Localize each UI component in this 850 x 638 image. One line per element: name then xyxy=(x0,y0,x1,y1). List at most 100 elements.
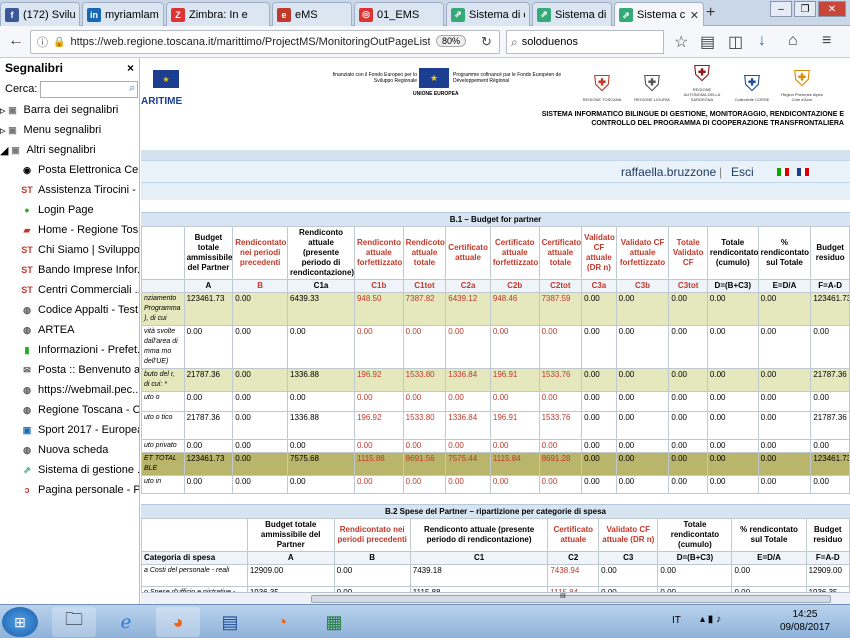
start-button[interactable]: ⊞ xyxy=(2,607,38,637)
logout-link[interactable]: Esci xyxy=(731,165,754,179)
table-cell: 0.00 xyxy=(706,439,759,453)
bookmark-item[interactable]: ▣ Sport 2017 - Europea... xyxy=(0,420,139,440)
table-cell: 0.00 xyxy=(706,325,759,369)
tab-6[interactable]: ⇗ Sistema di c xyxy=(446,2,530,26)
tab-7[interactable]: ⇗ Sistema di c xyxy=(532,2,612,26)
table-cell: 0.00 xyxy=(668,475,708,494)
search-text[interactable]: soloduenos xyxy=(522,36,578,48)
bookmark-folder[interactable]: ◢ ▣ Altri segnalibri xyxy=(0,140,139,160)
pocket-icon[interactable]: ◫ xyxy=(728,32,743,52)
tab-5[interactable]: ◎ 01_EMS xyxy=(354,2,444,26)
tab-favicon-icon: ⇗ xyxy=(537,7,551,22)
bookmark-item[interactable]: ST Chi Siamo | Sviluppo... xyxy=(0,240,139,260)
table-cell: 0.00 xyxy=(706,452,759,476)
table-cell: 0.00 xyxy=(810,391,850,412)
table-cell: 7387.59 xyxy=(538,292,583,326)
firefox-icon[interactable]: ◕ xyxy=(156,607,200,637)
tray-icons[interactable]: ▴ ▮ ♪ xyxy=(700,614,721,625)
bookmark-item[interactable]: ⇗ Sistema di gestione ... xyxy=(0,460,139,480)
table-cell: 0.00 xyxy=(615,325,670,369)
bookmark-item[interactable]: ST Assistenza Tirocini - ... xyxy=(0,180,139,200)
bookmark-item[interactable]: ◍ https://webmail.pec.... xyxy=(0,380,139,400)
table-cell: 0.00 xyxy=(581,292,617,326)
crest-icon: ⛨ xyxy=(793,66,811,91)
bookmark-star-icon[interactable]: ☆ xyxy=(674,32,688,52)
table-cell: 196.92 xyxy=(353,368,404,392)
italian-flag-icon[interactable] xyxy=(777,168,789,176)
clock-date: 09/08/2017 xyxy=(779,622,830,633)
bookmark-item[interactable]: ST Bando Imprese Infor... xyxy=(0,260,139,280)
bookmark-label: https://webmail.pec.... xyxy=(38,384,139,396)
back-icon[interactable]: ← xyxy=(8,32,24,50)
bookmark-item[interactable]: ✉ Posta :: Benvenuto a ... xyxy=(0,360,139,380)
bookmark-item[interactable]: ▰ Home - Regione Tos... xyxy=(0,220,139,240)
tab-1[interactable]: f (172) Svilup xyxy=(0,2,80,26)
minimize-button[interactable]: – xyxy=(770,1,792,17)
table-cell: 0.00 xyxy=(232,475,289,494)
maximize-button[interactable]: ❐ xyxy=(794,1,816,17)
bookmark-item[interactable]: ◍ Regione Toscana - C... xyxy=(0,400,139,420)
menu-icon[interactable]: ≡ xyxy=(822,32,831,50)
sidebar-close-icon[interactable]: × xyxy=(127,61,134,75)
language-indicator[interactable]: IT xyxy=(672,615,681,626)
bookmark-item[interactable]: ● Login Page xyxy=(0,200,139,220)
tab-8[interactable]: ⇗ Sistema c ✕ xyxy=(614,2,704,27)
new-tab-button[interactable]: + xyxy=(706,4,715,22)
bookmark-folder[interactable]: ▹ ▣ Menu segnalibri xyxy=(0,120,139,140)
french-flag-icon[interactable] xyxy=(797,168,809,176)
expand-arrow-icon[interactable]: ◢ xyxy=(0,144,8,157)
scroll-thumb[interactable]: III xyxy=(311,593,831,603)
firefox-dev-icon[interactable]: ◔ xyxy=(260,607,304,637)
word-icon[interactable]: ▤ xyxy=(208,607,252,637)
file-explorer-icon[interactable]: 🗀 xyxy=(52,607,96,637)
tab-3[interactable]: Z Zimbra: In e xyxy=(166,2,270,26)
close-window-button[interactable]: ✕ xyxy=(818,1,846,17)
reload-icon[interactable]: ↻ xyxy=(481,34,492,50)
tab-4[interactable]: e eMS xyxy=(272,2,352,26)
table-cell: 1533.76 xyxy=(538,368,583,392)
table-cell: 0.00 xyxy=(598,564,659,587)
bookmark-item[interactable]: ▮ Informazioni - Prefet... xyxy=(0,340,139,360)
column-code: C2tot xyxy=(538,279,583,293)
url-text[interactable]: https://web.regione.toscana.it/marittimo… xyxy=(70,36,430,48)
table-cell: 0.00 xyxy=(810,439,850,453)
user-name[interactable]: raffaella.bruzzone xyxy=(621,165,716,179)
table-cell: 0.00 xyxy=(657,564,733,587)
user-bar: raffaella.bruzzone | Esci xyxy=(141,160,850,182)
reading-list-icon[interactable]: ▤ xyxy=(700,32,715,52)
bookmark-item[interactable]: ↄ Pagina personale - P... xyxy=(0,480,139,500)
internet-explorer-icon[interactable]: ℯ xyxy=(104,607,148,637)
excel-icon[interactable]: ▦ xyxy=(312,607,356,637)
tab-favicon-icon: e xyxy=(277,7,291,22)
table-cell: 7387.82 xyxy=(402,292,447,326)
bookmark-item[interactable]: ◍ Codice Appalti - Test... xyxy=(0,300,139,320)
clock[interactable]: 14:25 09/08/2017 xyxy=(780,608,830,634)
tab-label: Sistema c xyxy=(637,9,686,21)
sidebar-search-input[interactable]: ⌕ xyxy=(40,80,139,98)
tab-2[interactable]: in myriamlam xyxy=(82,2,164,26)
zoom-level[interactable]: 80% xyxy=(436,35,467,47)
url-bar[interactable]: ⓘ 🔒 https://web.regione.toscana.it/marit… xyxy=(30,30,500,54)
row-label: uto privato xyxy=(141,439,185,453)
tab-label: Sistema di c xyxy=(555,8,607,21)
search-box[interactable]: ⌕ soloduenos xyxy=(506,30,664,54)
column-code: C3a xyxy=(581,279,617,293)
table-cell: 0.00 xyxy=(615,452,670,476)
column-code: F=A-D xyxy=(805,551,850,565)
page-banner: ★ ARITIME finanziato con il Fondo Europe… xyxy=(141,58,850,150)
download-icon[interactable]: ↓ xyxy=(758,32,766,50)
bookmark-item[interactable]: ◍ Nuova scheda xyxy=(0,440,139,460)
tab-close-icon[interactable]: ✕ xyxy=(690,9,699,22)
bookmarks-sidebar: Segnalibri × Cerca: ⌕ ▹ ▣ Barra dei segnal… xyxy=(0,58,140,604)
horizontal-scrollbar[interactable]: III xyxy=(141,592,850,604)
bookmark-item[interactable]: ◍ ARTEA xyxy=(0,320,139,340)
bookmark-folder[interactable]: ▹ ▣ Barra dei segnalibri xyxy=(0,100,139,120)
table-cell: 0.00 xyxy=(183,475,234,494)
table-cell: 0.00 xyxy=(232,391,289,412)
bookmark-item[interactable]: ST Centri Commerciali ... xyxy=(0,280,139,300)
column-header: Rendiconto attuale (presente periodo di … xyxy=(409,518,549,552)
info-icon[interactable]: ⓘ xyxy=(37,34,48,50)
table-cell: 0.00 xyxy=(489,439,540,453)
home-icon[interactable]: ⌂ xyxy=(788,32,798,50)
bookmark-item[interactable]: ◉ Posta Elettronica Cer... xyxy=(0,160,139,180)
